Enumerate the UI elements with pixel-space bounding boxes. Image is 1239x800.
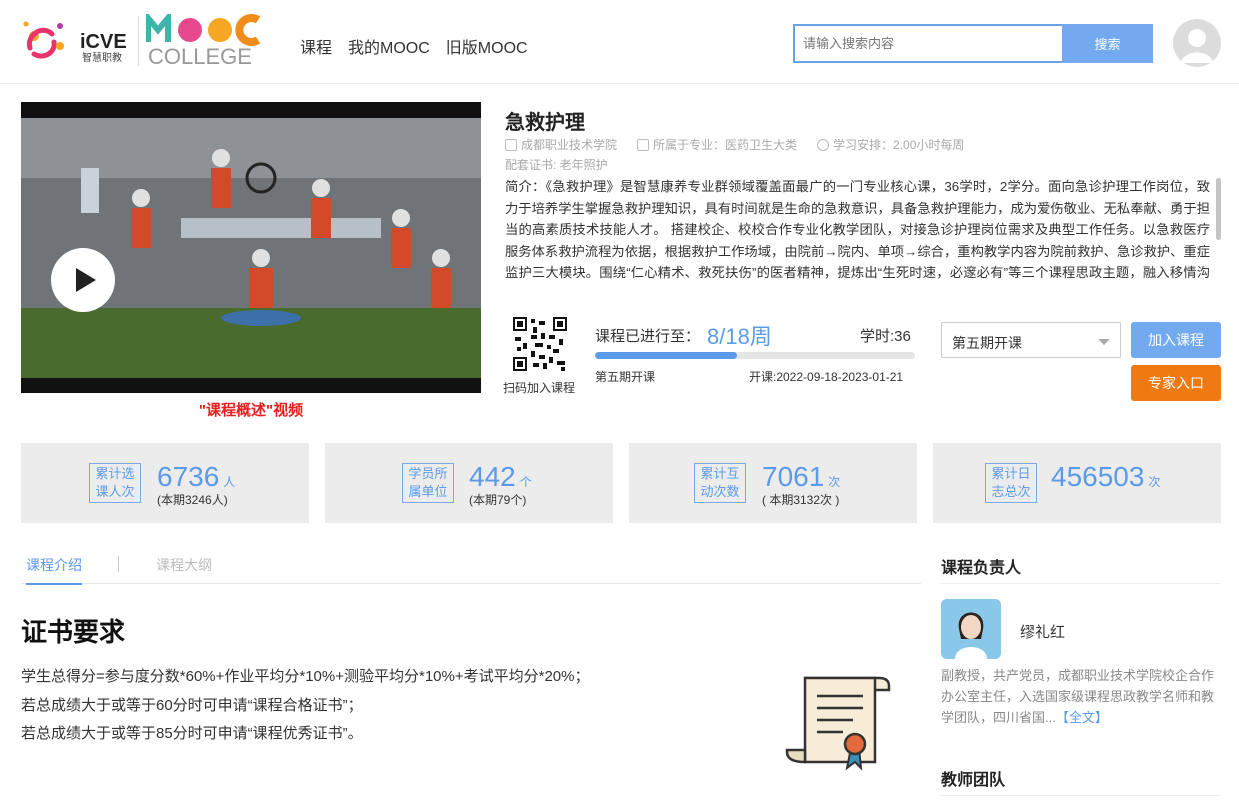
- book-icon: [637, 138, 650, 151]
- progress-bar-fill: [595, 352, 738, 359]
- intro-scrollbar[interactable]: [1216, 178, 1221, 240]
- clock-icon: [817, 138, 830, 151]
- stat-number: 456503 次: [1051, 461, 1160, 493]
- college-logo-text: COLLEGE: [148, 44, 252, 68]
- stat-card-enrollments: 累计选 课人次 6736 人 (本期3246人): [21, 443, 309, 523]
- section-heading: 证书要求: [21, 617, 126, 647]
- course-intro: 简介：《急救护理》是智慧康养专业群领域覆盖面最广的一门专业核心课，36学时，2学…: [505, 179, 1210, 280]
- term-select[interactable]: 第五期开课: [941, 322, 1121, 358]
- stat-badge-line1: 累计选: [95, 466, 135, 481]
- stat-badge-line1: 累计互: [700, 466, 740, 481]
- teacher-photo[interactable]: [941, 599, 1001, 659]
- stat-value: 456503: [1051, 461, 1145, 492]
- stat-unit: 个: [519, 475, 532, 489]
- certificate-scroll-icon: [785, 676, 891, 771]
- schedule-text: 学习安排：2.00小时每周: [833, 138, 965, 152]
- side-divider: [941, 795, 1221, 796]
- icve-logo[interactable]: iCVE 智慧职教: [20, 14, 132, 66]
- stat-number: 7061 次: [762, 461, 840, 493]
- teacher-portrait-icon: [941, 599, 1001, 659]
- leader-title: 课程负责人: [941, 560, 1022, 577]
- mooc-college-logo[interactable]: COLLEGE: [146, 14, 276, 68]
- teacher-description: 副教授，共产党员，成都职业技术学院校企合作办公室主任，入选国家级课程思政教学名师…: [941, 665, 1221, 728]
- term-select-value: 第五期开课: [952, 335, 1022, 351]
- progress-label: 课程已进行至：: [595, 328, 701, 345]
- nav-courses[interactable]: 课程: [300, 34, 332, 58]
- tab-course-intro[interactable]: 课程介绍: [26, 555, 82, 585]
- requirement-line: 若总成绩大于或等于85分时可申请“课程优秀证书”。: [21, 725, 363, 742]
- progress-value: 8/18周: [707, 324, 772, 349]
- stat-card-units: 学员所 属单位 442 个 (本期79个): [325, 443, 613, 523]
- term-label: 第五期开课: [595, 370, 656, 384]
- search-input[interactable]: [793, 24, 1062, 63]
- major-text: 所属于专业：医药卫生大类: [653, 138, 798, 152]
- certificate-requirements: 学生总得分=参与度分数*60%+作业平均分*10%+测验平均分*10%+考试平均…: [21, 663, 589, 749]
- course-title: 急救护理: [505, 112, 585, 134]
- stat-badge: 学员所 属单位: [402, 463, 454, 503]
- stat-badge: 累计互 动次数: [694, 463, 746, 503]
- stat-card-interactions: 累计互 动次数 7061 次 ( 本期3132次 ): [629, 443, 917, 523]
- play-button[interactable]: [51, 248, 115, 312]
- stat-badge-line2: 课人次: [95, 484, 135, 499]
- top-header: iCVE 智慧职教 COLLEGE 课程 我的MOOC 旧版MOOC 搜索: [0, 0, 1239, 84]
- qr-code-icon: [513, 317, 567, 371]
- side-divider: [941, 583, 1221, 584]
- stat-unit: 人: [223, 475, 236, 489]
- stat-number: 6736 人: [157, 461, 235, 493]
- main-nav: 课程 我的MOOC 旧版MOOC: [300, 34, 528, 58]
- school-name: 成都职业技术学院: [521, 138, 618, 152]
- progress-bar: [595, 352, 915, 359]
- stat-badge-line2: 动次数: [700, 484, 740, 499]
- full-text-link[interactable]: 【全文】: [1056, 710, 1108, 725]
- meta-major: 所属于专业：医药卫生大类: [637, 136, 797, 153]
- stat-number: 442 个: [469, 461, 532, 493]
- stat-sub: (本期79个): [469, 493, 527, 507]
- certificate-label: 配套证书: 老年照护: [505, 158, 608, 172]
- teacher-name: 缪礼红: [1020, 624, 1066, 641]
- requirement-line: 学生总得分=参与度分数*60%+作业平均分*10%+测验平均分*10%+考试平均…: [21, 668, 590, 685]
- stat-value: 7061: [762, 461, 825, 492]
- requirement-line: 若总成绩大于或等于60分时可申请“课程合格证书”；: [21, 696, 363, 714]
- nav-old-mooc[interactable]: 旧版MOOC: [446, 34, 528, 58]
- stat-card-logs: 累计日 志总次 456503 次: [933, 443, 1221, 523]
- stat-unit: 次: [1148, 475, 1161, 489]
- icve-logo-text: iCVE: [80, 31, 127, 53]
- stat-value: 6736: [157, 461, 220, 492]
- stat-unit: 次: [828, 475, 841, 489]
- user-silhouette-icon: [1181, 29, 1213, 63]
- building-icon: [505, 138, 517, 151]
- stat-sub: ( 本期3132次 ): [762, 493, 840, 507]
- content-tabs: 课程介绍 课程大纲: [21, 544, 921, 585]
- tab-separator: [118, 556, 119, 572]
- date-range: 开课:2022-09-18-2023-01-21: [749, 370, 904, 384]
- stat-badge-line1: 累计日: [991, 466, 1031, 481]
- course-meta: 成都职业技术学院 所属于专业：医药卫生大类 学习安排：2.00小时每周: [505, 136, 964, 153]
- meta-school: 成都职业技术学院: [505, 136, 617, 153]
- stat-sub: (本期3246人): [157, 493, 228, 507]
- expert-entry-button[interactable]: 专家入口: [1131, 365, 1221, 401]
- stat-badge: 累计选 课人次: [89, 463, 141, 503]
- search-button[interactable]: 搜索: [1062, 24, 1153, 63]
- course-hours: 学时:36: [860, 328, 911, 345]
- logo-divider: [138, 16, 139, 66]
- user-avatar[interactable]: [1173, 19, 1221, 67]
- stat-badge: 累计日 志总次: [985, 463, 1037, 503]
- icve-logo-subtext: 智慧职教: [82, 51, 122, 64]
- qr-label: 扫码加入课程: [503, 381, 576, 395]
- course-video-player[interactable]: [21, 102, 481, 393]
- stat-value: 442: [469, 461, 516, 492]
- video-caption: "课程概述"视频: [198, 402, 304, 419]
- chevron-down-icon: [1098, 339, 1110, 345]
- join-course-button[interactable]: 加入课程: [1131, 322, 1221, 358]
- stat-badge-line2: 属单位: [408, 484, 448, 499]
- tab-course-outline[interactable]: 课程大纲: [156, 555, 212, 575]
- meta-schedule: 学习安排：2.00小时每周: [817, 136, 964, 153]
- stat-badge-line1: 学员所: [408, 466, 448, 481]
- nav-my-mooc[interactable]: 我的MOOC: [348, 34, 430, 58]
- team-title: 教师团队: [941, 772, 1006, 789]
- stat-badge-line2: 志总次: [991, 484, 1031, 499]
